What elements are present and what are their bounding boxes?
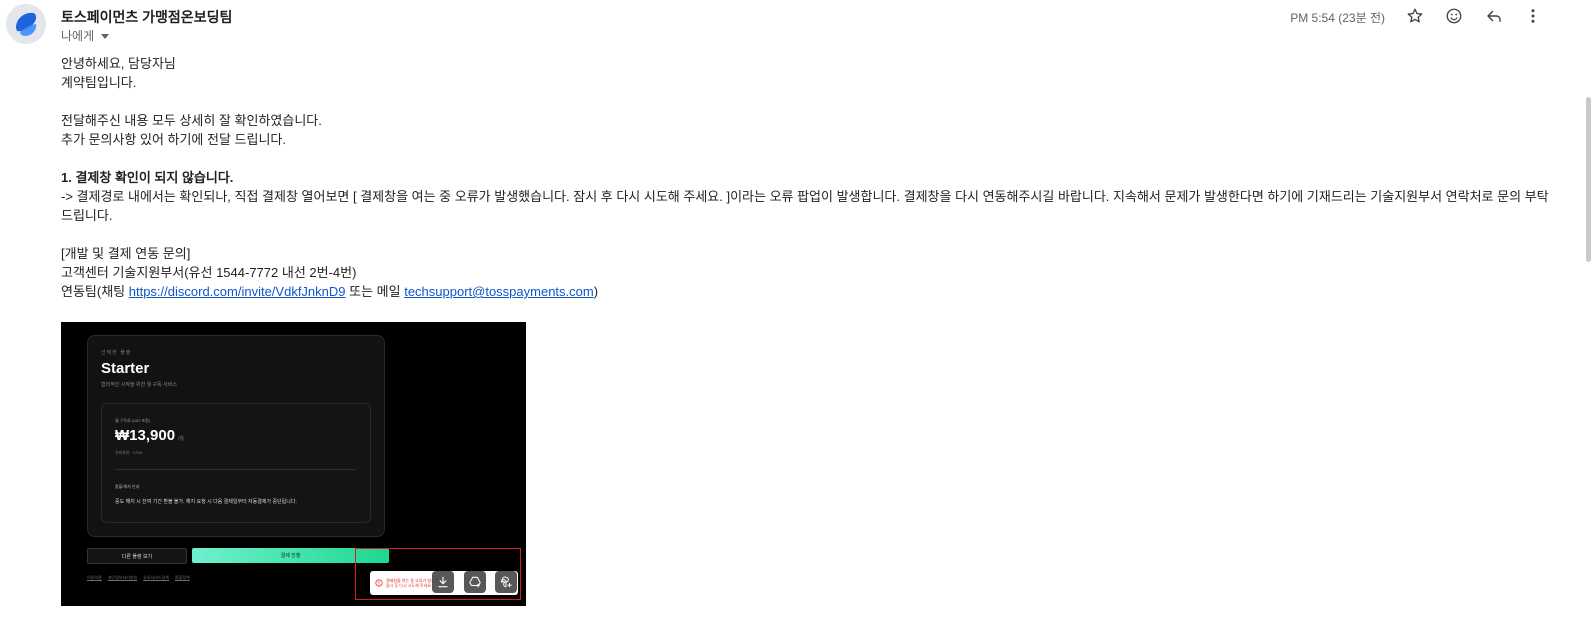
more-vert-icon [1531, 9, 1535, 23]
issue-paragraph: -> 결제경로 내에서는 확인되나, 직접 결제창 열어보면 [ 결제창을 여는… [61, 189, 1549, 223]
download-icon [438, 576, 448, 588]
footer-link[interactable]: 유료서비스정책 [143, 575, 169, 581]
more-options-button[interactable] [1522, 5, 1544, 27]
drive-add-icon [469, 576, 481, 588]
sender-avatar[interactable] [6, 4, 46, 44]
star-icon [1407, 8, 1423, 23]
discord-link[interactable]: https://discord.com/invite/VdkfJnknD9 [129, 284, 346, 299]
refund-title: 환불/해지 안내 [115, 484, 140, 489]
star-button[interactable] [1404, 5, 1426, 27]
save-to-photos-button[interactable] [495, 571, 517, 593]
download-button[interactable] [432, 571, 454, 593]
selected-plan-label: 선택한 플랜 [101, 350, 132, 356]
contact-prefix: 연동팀(채팅 [61, 284, 129, 299]
footer-link[interactable]: 개인정보처리방침 [108, 575, 137, 581]
issue-heading: 1. 결제창 확인이 되지 않습니다. [61, 170, 234, 185]
contact-line-links: 연동팀(채팅 https://discord.com/invite/VdkfJn… [61, 282, 1551, 301]
smiley-icon [1446, 8, 1462, 24]
other-plan-button[interactable]: 다른 플랜 보기 [87, 548, 187, 564]
save-to-drive-button[interactable] [464, 571, 486, 593]
sender-name: 토스페이먼츠 가맹점온보딩팀 [61, 9, 233, 25]
chevron-down-icon [101, 34, 110, 39]
body-line: 전달해주신 내용 모두 상세히 잘 확인하였습니다. [61, 113, 322, 128]
reply-icon [1487, 10, 1501, 22]
contact-line: 고객센터 기술지원부서(유선 1544-7772 내선 2번-4번) [61, 265, 357, 280]
error-icon [375, 579, 383, 587]
email-body: 안녕하세요, 담당자님 계약팀입니다. 전달해주신 내용 모두 상세히 잘 확인… [61, 54, 1551, 301]
footer-link[interactable]: 환불정책 [175, 575, 190, 581]
team-intro: 계약팀입니다. [61, 75, 137, 90]
currency-note: 결제통화 · KRW [115, 450, 143, 455]
price-unit: /월 [178, 436, 185, 442]
price-label: 월 구독료 (VAT 포함) [115, 418, 151, 423]
price-value: ₩13,900 [115, 427, 176, 444]
contact-heading: [개발 및 결제 연동 문의] [61, 246, 191, 261]
contact-middle: 또는 메일 [345, 284, 405, 299]
price-box: 월 구독료 (VAT 포함) ₩13,900 /월 결제통화 · KRW 환불/… [101, 403, 371, 523]
greeting: 안녕하세요, 담당자님 [61, 56, 176, 71]
plan-card: 선택한 플랜 Starter 합리적인 시작을 위한 월 구독 서비스 월 구독… [87, 335, 385, 537]
refund-description: 중도 해지 시 잔여 기간 환불 불가. 해지 요청 시 다음 결제일부터 자동… [115, 499, 297, 505]
footer-links: 이용약관 개인정보처리방침 유료서비스정책 환불정책 [87, 575, 190, 581]
price-row: ₩13,900 /월 [115, 427, 184, 444]
attached-screenshot[interactable]: 선택한 플랜 Starter 합리적인 시작을 위한 월 구독 서비스 월 구독… [61, 322, 526, 606]
contact-suffix: ) [593, 284, 599, 299]
toss-logo-icon [6, 4, 46, 44]
recipient-label: 나에게 [61, 29, 95, 43]
scrollbar[interactable] [1586, 97, 1591, 262]
plan-name: Starter [101, 360, 150, 377]
email-link[interactable]: techsupport@tosspayments.com [404, 284, 594, 299]
body-line: 추가 문의사항 있어 하기에 전달 드립니다. [61, 132, 286, 147]
plan-description: 합리적인 시작을 위한 월 구독 서비스 [101, 382, 177, 388]
email-timestamp: PM 5:54 (23분 전) [1290, 11, 1385, 25]
divider [115, 469, 356, 470]
photos-add-icon [500, 576, 512, 588]
emoji-button[interactable] [1443, 5, 1465, 27]
recipient-dropdown[interactable]: 나에게 [61, 27, 110, 44]
footer-link[interactable]: 이용약관 [87, 575, 102, 581]
reply-button[interactable] [1483, 5, 1505, 27]
